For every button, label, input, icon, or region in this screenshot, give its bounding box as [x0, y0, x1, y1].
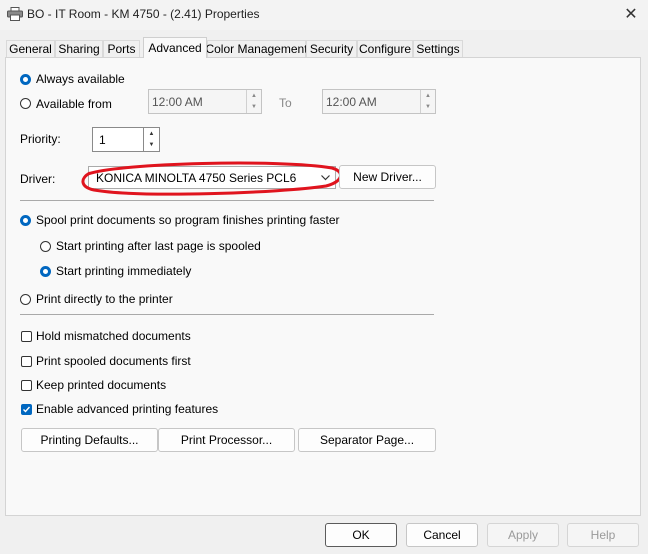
- start-immediately-radio[interactable]: [40, 266, 51, 277]
- tab-sharing[interactable]: Sharing: [55, 40, 103, 57]
- tab-security[interactable]: Security: [306, 40, 357, 57]
- hold-mismatched-checkbox[interactable]: [21, 331, 32, 342]
- keep-printed-checkbox[interactable]: [21, 380, 32, 391]
- checkmark-icon: [23, 406, 31, 413]
- close-button[interactable]: ✕: [616, 2, 646, 26]
- spool-label: Spool print documents so program finishe…: [36, 213, 340, 227]
- printing-defaults-button[interactable]: Printing Defaults...: [21, 428, 158, 452]
- tab-configure[interactable]: Configure: [357, 40, 413, 57]
- separator: [20, 314, 434, 315]
- print-spooled-first-checkbox[interactable]: [21, 356, 32, 367]
- separator-page-button[interactable]: Separator Page...: [298, 428, 436, 452]
- printer-icon: [7, 7, 23, 21]
- print-directly-radio[interactable]: [20, 294, 31, 305]
- driver-label: Driver:: [20, 172, 56, 186]
- start-after-last-page-label: Start printing after last page is spoole…: [56, 239, 261, 253]
- ok-button[interactable]: OK: [325, 523, 397, 547]
- spin-down-icon: ▼: [148, 142, 155, 149]
- title-bar: BO - IT Room - KM 4750 - (2.41) Properti…: [0, 0, 648, 30]
- print-spooled-first-label: Print spooled documents first: [36, 354, 191, 368]
- tab-general[interactable]: General: [6, 40, 55, 57]
- spin-down-icon: ▼: [251, 104, 257, 111]
- from-time-spinner[interactable]: ▲ ▼: [246, 90, 261, 113]
- tab-settings[interactable]: Settings: [413, 40, 463, 57]
- close-icon: ✕: [624, 6, 638, 23]
- always-available-radio[interactable]: [20, 74, 31, 85]
- window-title: BO - IT Room - KM 4750 - (2.41) Properti…: [27, 7, 260, 21]
- spin-down-icon: ▼: [425, 104, 431, 111]
- to-time-spinner[interactable]: ▲ ▼: [420, 90, 435, 113]
- enable-advanced-label: Enable advanced printing features: [36, 402, 219, 416]
- red-annotation-circle: [81, 161, 342, 196]
- priority-spinner[interactable]: ▲ ▼: [143, 128, 159, 151]
- spool-radio[interactable]: [20, 215, 31, 226]
- tab-ports[interactable]: Ports: [103, 40, 140, 57]
- available-from-label: Available from: [36, 97, 112, 111]
- print-directly-label: Print directly to the printer: [36, 292, 173, 306]
- always-available-label: Always available: [36, 72, 125, 86]
- enable-advanced-checkbox[interactable]: [21, 404, 32, 415]
- hold-mismatched-label: Hold mismatched documents: [36, 329, 191, 343]
- available-to-time[interactable]: 12:00 AM: [322, 89, 436, 114]
- to-label: To: [279, 96, 292, 110]
- cancel-button[interactable]: Cancel: [406, 523, 478, 547]
- keep-printed-label: Keep printed documents: [36, 378, 167, 392]
- start-immediately-label: Start printing immediately: [56, 264, 192, 278]
- start-after-last-page-radio[interactable]: [40, 241, 51, 252]
- available-from-radio[interactable]: [20, 98, 31, 109]
- tab-advanced[interactable]: Advanced: [143, 37, 207, 58]
- spin-up-icon: ▲: [148, 130, 155, 137]
- apply-button[interactable]: Apply: [487, 523, 559, 547]
- priority-label: Priority:: [20, 132, 61, 146]
- print-processor-button[interactable]: Print Processor...: [158, 428, 295, 452]
- new-driver-button[interactable]: New Driver...: [339, 165, 436, 189]
- separator: [20, 200, 434, 201]
- tab-color-management[interactable]: Color Management: [205, 40, 308, 57]
- spin-up-icon: ▲: [251, 92, 257, 99]
- spin-up-icon: ▲: [425, 92, 431, 99]
- help-button[interactable]: Help: [567, 523, 639, 547]
- available-from-time[interactable]: 12:00 AM: [148, 89, 262, 114]
